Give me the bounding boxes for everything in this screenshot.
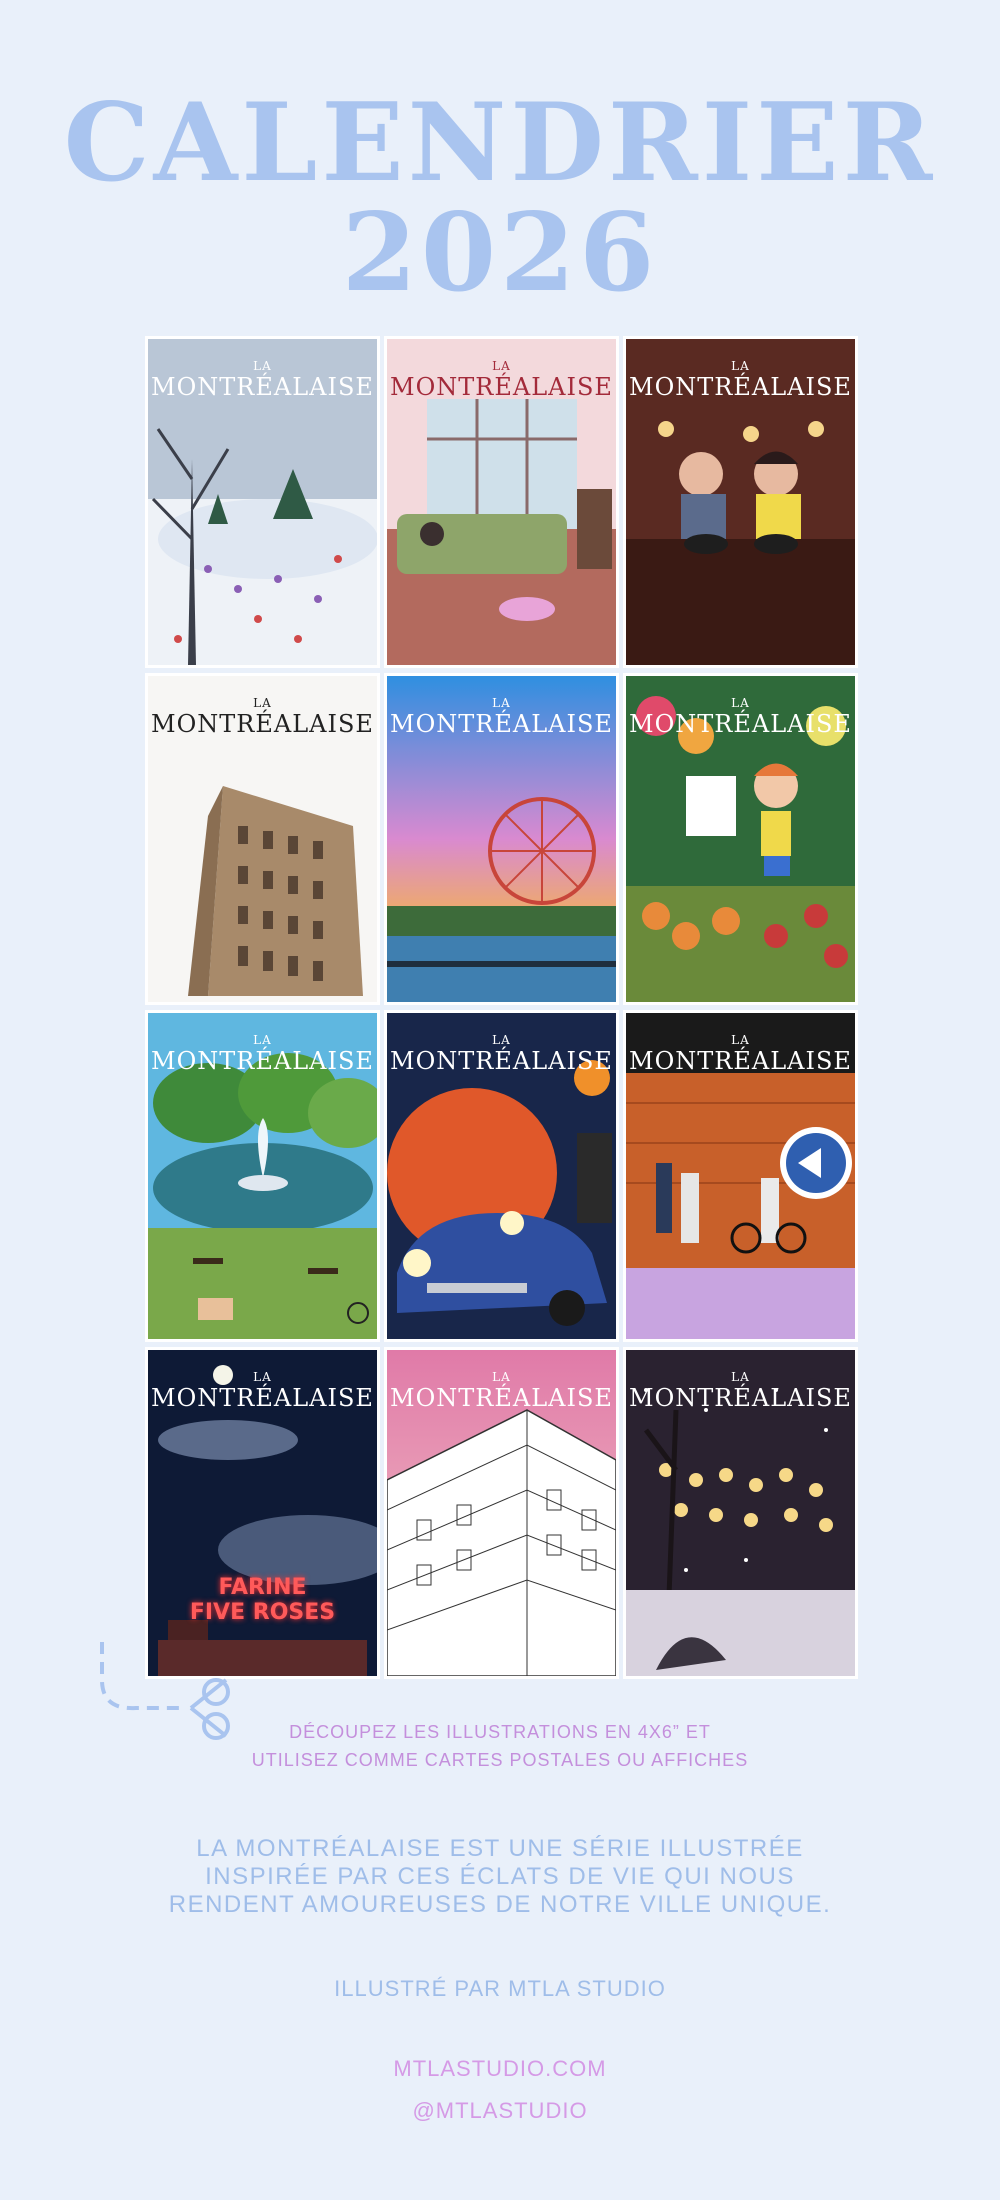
cover-masthead: LA MONTRÉALAISE [148, 359, 377, 401]
sign-line-farine: FARINE [218, 1575, 307, 1600]
masthead-la: LA [253, 1033, 272, 1047]
calendar-title: CALENDRIER [63, 80, 937, 206]
masthead-la: LA [492, 1033, 511, 1047]
cut-note-line2: UTILISEZ COMME CARTES POSTALES OU AFFICH… [251, 1750, 749, 1770]
cover-reading-window: LA MONTRÉALAISE [387, 339, 616, 665]
masthead-name: MONTRÉALAISE [629, 1047, 852, 1075]
calendar-year: 2026 [341, 190, 659, 316]
masthead-name: MONTRÉALAISE [629, 1384, 852, 1412]
cut-instructions: DÉCOUPEZ LES ILLUSTRATIONS EN 4X6” ET UT… [0, 1718, 1000, 1774]
cover-market: LA MONTRÉALAISE [626, 676, 855, 1002]
cover-orange-julep: LA MONTRÉALAISE [387, 1013, 616, 1339]
masthead-la: LA [492, 1370, 511, 1384]
cover-masthead: LA MONTRÉALAISE [626, 1370, 855, 1412]
cover-grid: LA MONTRÉALAISE LA MONTRÉALAISE LA MONTR… [148, 339, 855, 1676]
cut-note-line1: DÉCOUPEZ LES ILLUSTRATIONS EN 4X6” ET [289, 1722, 711, 1742]
masthead-la: LA [731, 359, 750, 373]
masthead-name: MONTRÉALAISE [151, 1384, 374, 1412]
cover-ramen-bar: LA MONTRÉALAISE [626, 339, 855, 665]
cover-masthead: LA MONTRÉALAISE [387, 696, 616, 738]
cover-masthead: LA MONTRÉALAISE [626, 1033, 855, 1075]
masthead-la: LA [492, 359, 511, 373]
cover-masthead: LA MONTRÉALAISE [387, 1033, 616, 1075]
masthead-name: MONTRÉALAISE [390, 1047, 613, 1075]
cover-five-roses: LA MONTRÉALAISE FARINE FIVE ROSES [148, 1350, 377, 1676]
masthead-la: LA [731, 1033, 750, 1047]
masthead-name: MONTRÉALAISE [629, 373, 852, 401]
masthead-la: LA [253, 1370, 272, 1384]
cover-building-sketch: LA MONTRÉALAISE [387, 1350, 616, 1676]
cover-metro: LA MONTRÉALAISE [626, 1013, 855, 1339]
illustrator-credit: ILLUSTRÉ PAR MTLA STUDIO [334, 1976, 666, 2001]
series-description: LA MONTRÉALAISE EST UNE SÉRIE ILLUSTRÉE … [0, 1835, 1000, 1919]
cover-snowy-street: LA MONTRÉALAISE [626, 1350, 855, 1676]
cover-masthead: LA MONTRÉALAISE [626, 696, 855, 738]
cover-ferris-wheel: LA MONTRÉALAISE [387, 676, 616, 1002]
social-handle-link[interactable]: @MTLASTUDIO [0, 2098, 1000, 2124]
about-line2: INSPIRÉE PAR CES ÉCLATS DE VIE QUI NOUS [205, 1863, 795, 1890]
cover-masthead: LA MONTRÉALAISE [387, 359, 616, 401]
masthead-name: MONTRÉALAISE [390, 1384, 613, 1412]
masthead-name: MONTRÉALAISE [390, 373, 613, 401]
website-link[interactable]: MTLASTUDIO.COM [0, 2056, 1000, 2082]
masthead-la: LA [253, 696, 272, 710]
masthead-name: MONTRÉALAISE [151, 710, 374, 738]
cover-park-fountain: LA MONTRÉALAISE [148, 1013, 377, 1339]
about-line3: RENDENT AMOUREUSES DE NOTRE VILLE UNIQUE… [168, 1891, 832, 1918]
farine-sign: FARINE FIVE ROSES [148, 1575, 377, 1625]
cover-masthead: LA MONTRÉALAISE [148, 1370, 377, 1412]
cover-masthead: LA MONTRÉALAISE [148, 696, 377, 738]
cover-masthead: LA MONTRÉALAISE [387, 1370, 616, 1412]
masthead-name: MONTRÉALAISE [151, 373, 374, 401]
about-line1: LA MONTRÉALAISE EST UNE SÉRIE ILLUSTRÉE [196, 1835, 804, 1862]
cover-winter-skating: LA MONTRÉALAISE [148, 339, 377, 665]
masthead-name: MONTRÉALAISE [151, 1047, 374, 1075]
sign-line-five-roses: FIVE ROSES [189, 1600, 336, 1625]
masthead-name: MONTRÉALAISE [390, 710, 613, 738]
masthead-name: MONTRÉALAISE [629, 710, 852, 738]
cover-masthead: LA MONTRÉALAISE [626, 359, 855, 401]
masthead-la: LA [731, 696, 750, 710]
masthead-la: LA [492, 696, 511, 710]
masthead-la: LA [253, 359, 272, 373]
cover-masthead: LA MONTRÉALAISE [148, 1033, 377, 1075]
cover-flatiron: LA MONTRÉALAISE [148, 676, 377, 1002]
masthead-la: LA [731, 1370, 750, 1384]
